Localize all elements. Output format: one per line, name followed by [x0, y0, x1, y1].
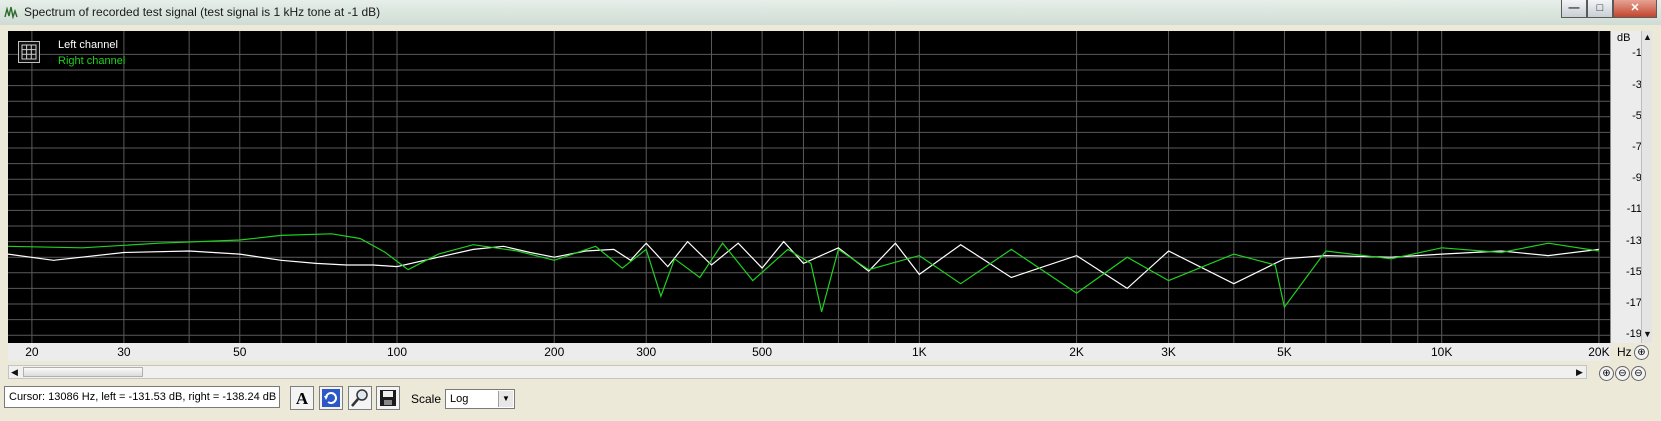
horizontal-scrollbar[interactable]: ◀ ▶: [8, 365, 1587, 379]
zoom-reset-icon[interactable]: ⊖: [1631, 366, 1646, 381]
spectrum-chart[interactable]: [8, 31, 1610, 343]
title-bar[interactable]: Spectrum of recorded test signal (test s…: [0, 0, 1661, 25]
maximize-button[interactable]: □: [1587, 0, 1613, 18]
chevron-down-icon[interactable]: ▼: [498, 391, 513, 407]
zoom-in-x-icon[interactable]: ⊕: [1599, 366, 1614, 381]
x-tick-label: 20K: [1588, 345, 1610, 359]
legend-right-channel: Right channel: [58, 55, 126, 67]
x-tick-label: 500: [752, 345, 773, 359]
scroll-left-arrow-icon[interactable]: ◀: [11, 367, 18, 378]
x-tick-label: 2K: [1069, 345, 1084, 359]
refresh-icon: [322, 389, 340, 407]
x-axis-unit: Hz: [1617, 345, 1632, 359]
magnifier-icon: [351, 389, 368, 407]
x-tick-label: 30: [117, 345, 131, 359]
scale-select[interactable]: Log ▼: [445, 389, 515, 409]
scale-label: Scale: [411, 392, 442, 406]
y-axis-unit: dB: [1617, 32, 1631, 44]
svg-text:A: A: [296, 389, 309, 408]
zoom-tool-button[interactable]: [348, 386, 372, 410]
zoom-out-x-icon[interactable]: ⊖: [1615, 366, 1630, 381]
refresh-button[interactable]: [319, 386, 343, 410]
minimize-button[interactable]: —: [1561, 0, 1587, 18]
x-tick-label: 10K: [1431, 345, 1453, 359]
zoom-in-y-icon[interactable]: ⊕: [1634, 345, 1649, 360]
x-tick-label: 50: [233, 345, 247, 359]
app-waveform-icon: [4, 6, 18, 19]
x-tick-label: 200: [544, 345, 565, 359]
legend-left-channel: Left channel: [58, 39, 118, 51]
save-button[interactable]: [376, 386, 400, 410]
floppy-disk-icon: [380, 390, 396, 406]
letter-a-icon: A: [296, 389, 309, 408]
scroll-right-arrow-icon[interactable]: ▶: [1576, 367, 1583, 378]
cursor-readout: Cursor: 13086 Hz, left = -131.53 dB, rig…: [4, 386, 280, 408]
x-tick-label: 3K: [1161, 345, 1176, 359]
x-tick-label: 20: [25, 345, 39, 359]
x-tick-label: 1K: [912, 345, 927, 359]
close-button[interactable]: ✕: [1613, 0, 1657, 18]
x-axis: 20 30 50 100 200 300 500 1K 2K 3K 5K 10K 20K: [8, 343, 1610, 361]
spectrum-window: Spectrum of recorded test signal (test s…: [0, 0, 1661, 421]
text-annotation-button[interactable]: A: [290, 386, 314, 410]
scroll-down-arrow-icon[interactable]: ▼: [1643, 329, 1652, 339]
x-tick-label: 5K: [1277, 345, 1292, 359]
grid-toggle-icon[interactable]: [18, 41, 40, 63]
spectrum-plot[interactable]: Left channel Right channel: [8, 31, 1610, 343]
scale-selected-value: Log: [450, 393, 469, 405]
vertical-scrollbar[interactable]: ▲ ▼: [1641, 31, 1652, 343]
x-tick-label: 100: [386, 345, 408, 359]
x-tick-label: 300: [636, 345, 657, 359]
horizontal-scroll-thumb[interactable]: [23, 367, 143, 377]
scroll-up-arrow-icon[interactable]: ▲: [1643, 32, 1652, 42]
window-title: Spectrum of recorded test signal (test s…: [24, 5, 381, 19]
